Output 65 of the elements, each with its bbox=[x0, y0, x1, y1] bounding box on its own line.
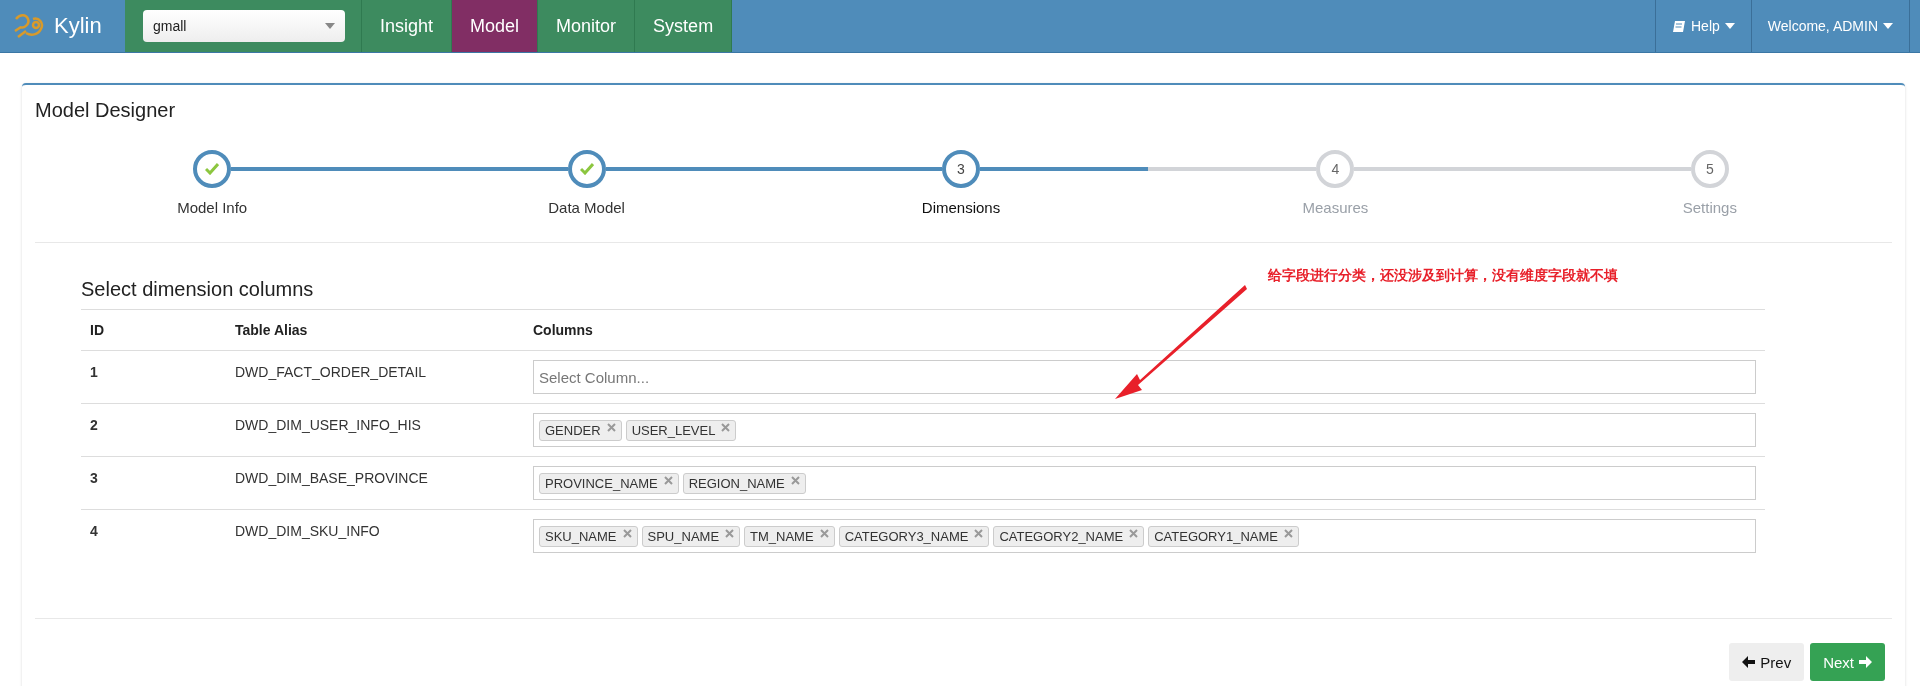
step-circle[interactable] bbox=[193, 150, 232, 188]
step-circle[interactable]: 4 bbox=[1316, 150, 1355, 188]
column-tag[interactable]: USER_LEVEL bbox=[625, 419, 737, 441]
right-arrow-icon bbox=[1859, 656, 1872, 668]
step-label: Settings bbox=[1682, 199, 1737, 216]
book-icon bbox=[1672, 19, 1686, 33]
nav-tab[interactable]: System bbox=[635, 0, 733, 52]
table-cell: 1 bbox=[81, 350, 226, 404]
column-tag[interactable]: CATEGORY1_NAME bbox=[1148, 525, 1299, 547]
column-tag[interactable]: CATEGORY2_NAME bbox=[993, 525, 1145, 547]
help-menu[interactable]: Help bbox=[1655, 0, 1751, 52]
caret-icon bbox=[1883, 23, 1893, 29]
column-header: ID bbox=[81, 309, 226, 351]
remove-icon[interactable] bbox=[721, 423, 731, 432]
panel-title: Model Designer bbox=[34, 98, 177, 122]
column-select-field[interactable]: SKU_NAME SPU_NAME TM_NAME CATEGORY3_NAME CATEGORY2_NAME CATEGORY1_NAME bbox=[533, 519, 1756, 553]
step-circle[interactable]: 5 bbox=[1690, 150, 1729, 188]
table-cell: 4 bbox=[81, 509, 226, 562]
column-select-field[interactable]: Select Column... bbox=[533, 360, 1756, 394]
project-select[interactable]: gmall bbox=[143, 10, 345, 42]
column-tag[interactable]: SPU_NAME bbox=[641, 525, 741, 547]
step-label: Model Info bbox=[177, 199, 248, 216]
kylin-logo-icon bbox=[12, 11, 46, 41]
table-cell: 2 bbox=[81, 403, 226, 457]
prev-button[interactable]: Prev bbox=[1729, 643, 1805, 681]
column-select-field[interactable]: GENDER USER_LEVEL bbox=[533, 413, 1756, 447]
remove-icon[interactable] bbox=[663, 476, 673, 485]
column-tag[interactable]: REGION_NAME bbox=[682, 472, 806, 494]
remove-icon[interactable] bbox=[622, 529, 632, 538]
remove-icon[interactable] bbox=[819, 529, 829, 538]
caret-icon bbox=[1724, 23, 1735, 29]
column-tag[interactable]: CATEGORY3_NAME bbox=[838, 525, 990, 547]
check-icon bbox=[205, 163, 220, 175]
remove-icon[interactable] bbox=[790, 476, 800, 485]
remove-icon[interactable] bbox=[606, 423, 616, 432]
step-circle[interactable]: 3 bbox=[942, 150, 980, 188]
nav-tab[interactable]: Model bbox=[452, 0, 539, 52]
nav-tab[interactable]: Monitor bbox=[538, 0, 636, 52]
remove-icon[interactable] bbox=[1283, 529, 1293, 538]
step-label: Measures bbox=[1302, 199, 1369, 216]
annotation-text: 给字段进行分类，还没涉及到计算，没有维度字段就不填 bbox=[1268, 267, 1618, 285]
brand-name[interactable]: Kylin bbox=[54, 13, 102, 39]
column-tag[interactable]: SKU_NAME bbox=[539, 525, 638, 547]
dropdown-caret-icon bbox=[325, 23, 335, 29]
section-title: Select dimension columns bbox=[81, 278, 314, 301]
column-select-field[interactable]: PROVINCE_NAME REGION_NAME bbox=[533, 466, 1756, 500]
step-circle[interactable] bbox=[567, 150, 606, 188]
table-cell: DWD_FACT_ORDER_DETAIL bbox=[226, 350, 524, 404]
check-icon bbox=[579, 163, 594, 175]
step-label: Dimensions bbox=[921, 199, 1001, 216]
table-cell: DWD_DIM_SKU_INFO bbox=[226, 509, 524, 562]
nav-tab[interactable]: Insight bbox=[362, 0, 453, 52]
table-cell: DWD_DIM_USER_INFO_HIS bbox=[226, 403, 524, 457]
column-tag[interactable]: GENDER bbox=[539, 419, 622, 441]
user-menu[interactable]: Welcome, ADMIN bbox=[1750, 0, 1910, 52]
remove-icon[interactable] bbox=[974, 529, 984, 538]
step-label: Data Model bbox=[548, 199, 625, 216]
left-arrow-icon bbox=[1742, 656, 1756, 668]
column-header: Table Alias bbox=[226, 309, 524, 351]
remove-icon[interactable] bbox=[725, 529, 735, 538]
table-cell: 3 bbox=[81, 456, 226, 510]
table-cell: DWD_DIM_BASE_PROVINCE bbox=[226, 456, 524, 510]
column-tag[interactable]: PROVINCE_NAME bbox=[539, 472, 679, 494]
column-tag[interactable]: TM_NAME bbox=[744, 525, 835, 547]
remove-icon[interactable] bbox=[1129, 529, 1139, 538]
